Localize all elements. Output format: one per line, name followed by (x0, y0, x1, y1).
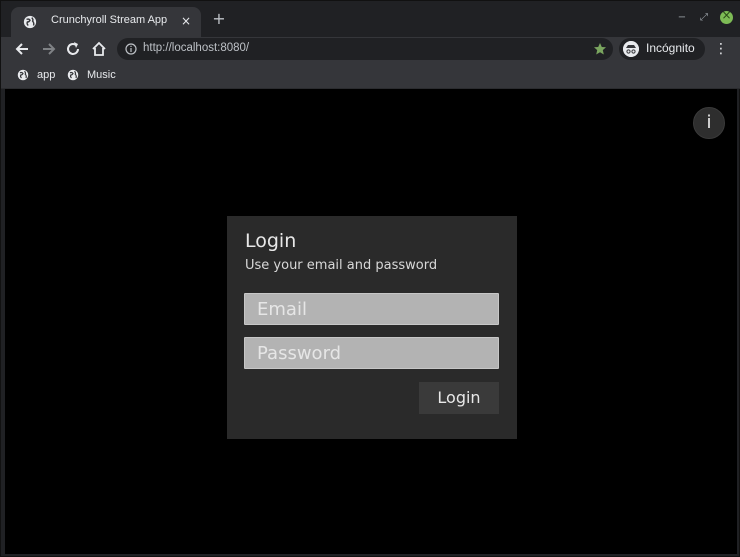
password-field[interactable] (245, 338, 498, 368)
tab-strip: Crunchyroll Stream App × + − ⤢ (1, 1, 740, 37)
login-button[interactable]: Login (419, 382, 499, 414)
incognito-icon (623, 41, 639, 57)
browser-window: Crunchyroll Stream App × + − ⤢ htt (0, 0, 740, 557)
incognito-profile-button[interactable]: Incógnito (619, 38, 705, 60)
globe-icon (23, 15, 37, 29)
home-icon[interactable] (89, 39, 109, 59)
globe-icon (67, 69, 79, 81)
info-button[interactable]: i (693, 107, 725, 139)
arrow-left-icon[interactable] (13, 39, 33, 59)
globe-icon (17, 69, 29, 81)
profile-label: Incógnito (646, 41, 695, 55)
email-field-wrapper (244, 293, 499, 325)
browser-toolbar: http://localhost:8080/ Incógnito ⋮ (1, 37, 740, 62)
minimize-icon[interactable]: − (675, 11, 689, 25)
new-tab-button[interactable]: + (211, 11, 227, 27)
browser-menu-icon[interactable]: ⋮ (714, 40, 728, 58)
page-content: i Login Use your email and password Logi… (5, 89, 737, 554)
star-icon[interactable] (593, 42, 607, 56)
url-text: http://localhost:8080/ (143, 42, 250, 54)
arrow-right-icon[interactable] (38, 39, 58, 59)
bookmark-label: app (37, 69, 56, 81)
login-title: Login (245, 230, 297, 252)
info-icon[interactable] (125, 43, 137, 55)
reload-icon[interactable] (63, 39, 83, 59)
bookmarks-bar: app Music (1, 62, 740, 89)
address-bar[interactable]: http://localhost:8080/ (117, 38, 613, 60)
login-subtitle: Use your email and password (245, 258, 438, 273)
bookmark-music[interactable]: Music (67, 67, 116, 83)
tab-crunchyroll[interactable]: Crunchyroll Stream App × (11, 7, 201, 37)
password-field-wrapper (244, 337, 499, 369)
login-card: Login Use your email and password Login (227, 216, 517, 439)
bookmark-label: Music (87, 69, 116, 81)
bookmark-app[interactable]: app (17, 67, 55, 83)
email-field[interactable] (245, 294, 498, 324)
restore-icon[interactable]: ⤢ (697, 11, 711, 25)
tab-close-icon[interactable]: × (179, 13, 193, 29)
tab-title: Crunchyroll Stream App (51, 14, 168, 26)
window-close-button[interactable] (720, 8, 733, 24)
